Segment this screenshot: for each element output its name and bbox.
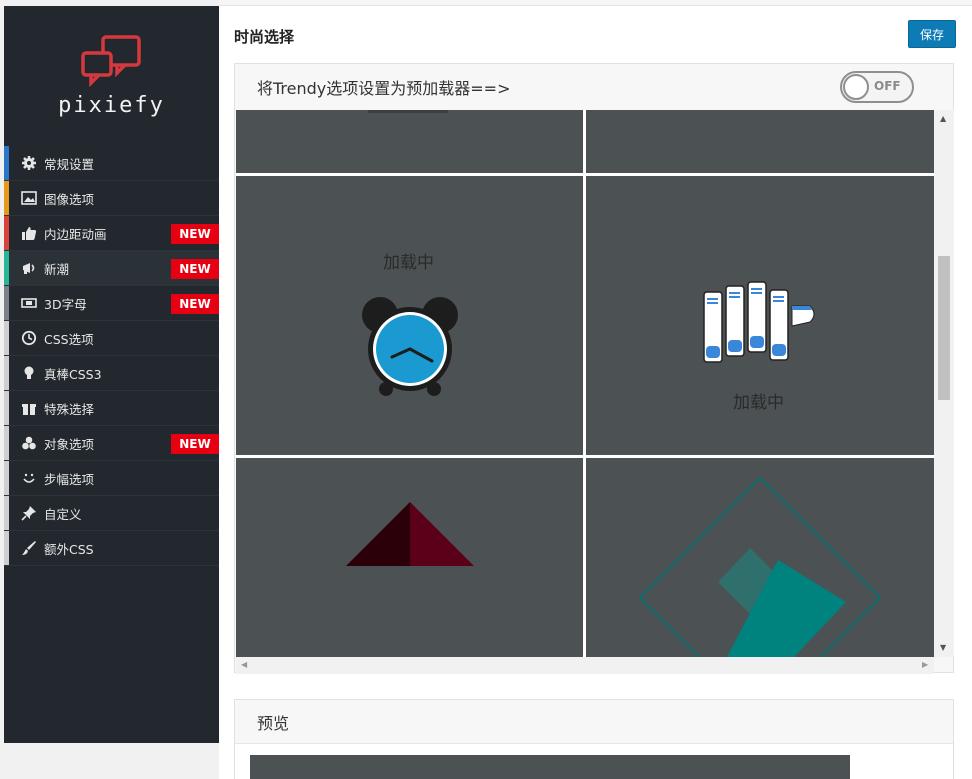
sidebar-item-accent bbox=[4, 321, 9, 355]
sidebar-item-accent bbox=[4, 496, 9, 530]
scroll-right-arrow-icon[interactable]: ▶ bbox=[922, 660, 928, 669]
film-icon bbox=[20, 294, 38, 312]
chat-bubbles-logo-icon bbox=[80, 34, 141, 87]
sidebar-item-accent bbox=[4, 286, 9, 320]
sidebar-item-accent bbox=[4, 146, 9, 180]
sidebar-item-awesome-css3[interactable]: 真棒CSS3 bbox=[4, 356, 219, 391]
sidebar-item-label: CSS选项 bbox=[44, 331, 94, 347]
page: pixiefy 常规设置 图像选项 内边距动画 NEW 新潮 NEW 3D字母 … bbox=[0, 0, 972, 779]
sidebar-item-stride-options[interactable]: 步幅选项 bbox=[4, 461, 219, 496]
loading-text: 加载中 bbox=[383, 253, 434, 273]
clock-loader[interactable]: 加载中 bbox=[236, 176, 583, 455]
clock-icon bbox=[20, 329, 38, 347]
loader-option[interactable] bbox=[586, 110, 934, 173]
sidebar-item-special[interactable]: 特殊选择 bbox=[4, 391, 219, 426]
loading-text: 加载中 bbox=[733, 393, 784, 413]
preview-body bbox=[235, 744, 953, 779]
sidebar-item-label: 自定义 bbox=[44, 506, 82, 522]
horizontal-scrollbar[interactable]: ◀ ▶ bbox=[236, 657, 934, 674]
sidebar-item-label: 步幅选项 bbox=[44, 471, 95, 487]
sidebar-item-image[interactable]: 图像选项 bbox=[4, 181, 219, 216]
preloader-toggle[interactable]: OFF bbox=[840, 71, 914, 103]
sidebar-item-css-options[interactable]: CSS选项 bbox=[4, 321, 219, 356]
preview-canvas bbox=[250, 755, 850, 779]
triangle-loader[interactable] bbox=[236, 458, 583, 657]
sidebar-item-3d-letters[interactable]: 3D字母 NEW bbox=[4, 286, 219, 321]
sidebar-item-label: 图像选项 bbox=[44, 191, 95, 207]
diamond-loader[interactable] bbox=[586, 458, 934, 657]
loader-grid: 加载中 加载中 bbox=[236, 110, 934, 657]
sidebar-item-label: 真棒CSS3 bbox=[44, 366, 102, 382]
vertical-scrollbar[interactable]: ▲ ▼ bbox=[934, 110, 954, 657]
brand-name: pixiefy bbox=[58, 92, 165, 118]
sidebar-item-accent bbox=[4, 251, 9, 285]
sidebar-item-accent bbox=[4, 461, 9, 495]
megaphone-icon bbox=[20, 259, 38, 277]
preview-header: 预览 bbox=[235, 700, 953, 744]
gift-icon bbox=[20, 399, 38, 417]
sidebar-item-label: 额外CSS bbox=[44, 541, 94, 557]
scroll-down-arrow-icon[interactable]: ▼ bbox=[940, 643, 946, 652]
circles-icon bbox=[20, 434, 38, 452]
lightbulb-icon bbox=[20, 364, 38, 382]
servers-icon bbox=[703, 281, 815, 363]
preview-heading: 预览 bbox=[257, 713, 290, 733]
thumbs-up-icon bbox=[20, 224, 38, 242]
new-badge: NEW bbox=[171, 224, 219, 244]
new-badge: NEW bbox=[171, 294, 219, 314]
scrollbar-thumb[interactable] bbox=[938, 256, 950, 400]
scroll-left-arrow-icon[interactable]: ◀ bbox=[241, 660, 247, 669]
sidebar-item-accent bbox=[4, 426, 9, 460]
sidebar-item-label: 对象选项 bbox=[44, 436, 95, 452]
sidebar-item-trendy[interactable]: 新潮 NEW bbox=[4, 251, 219, 286]
page-title: 时尚选择 bbox=[234, 28, 295, 46]
loader-option[interactable] bbox=[236, 110, 583, 173]
panel-header: 将Trendy选项设置为预加载器==> OFF bbox=[235, 64, 953, 110]
sidebar-item-label: 特殊选择 bbox=[44, 401, 95, 417]
new-badge: NEW bbox=[171, 259, 219, 279]
main-content: 时尚选择 保存 将Trendy选项设置为预加载器==> OFF 加载中 加载中 … bbox=[219, 6, 972, 779]
sidebar-item-accent bbox=[4, 531, 9, 565]
sidebar-item-padding-animation[interactable]: 内边距动画 NEW bbox=[4, 216, 219, 251]
sidebar-item-accent bbox=[4, 181, 9, 215]
scroll-up-arrow-icon[interactable]: ▲ bbox=[940, 114, 946, 123]
brand-logo: pixiefy bbox=[4, 6, 219, 146]
sidebar-item-accent bbox=[4, 356, 9, 390]
sidebar-item-label: 常规设置 bbox=[44, 156, 95, 172]
sidebar-item-general[interactable]: 常规设置 bbox=[4, 146, 219, 181]
loader-gallery: 加载中 加载中 ▲ ▼ ◀ ▶ bbox=[236, 110, 954, 674]
loader-graphic bbox=[368, 110, 448, 113]
triangle-shape-icon bbox=[346, 502, 474, 566]
image-icon bbox=[20, 189, 38, 207]
toggle-label: OFF bbox=[874, 79, 901, 93]
sidebar-item-extra-css[interactable]: 额外CSS bbox=[4, 531, 219, 566]
preview-panel: 预览 bbox=[234, 699, 954, 779]
sidebar-item-accent bbox=[4, 216, 9, 250]
save-button[interactable]: 保存 bbox=[908, 20, 956, 48]
trendy-panel: 将Trendy选项设置为预加载器==> OFF 加载中 加载中 ▲ ▼ ◀ ▶ bbox=[234, 63, 954, 674]
sidebar-item-object-options[interactable]: 对象选项 NEW bbox=[4, 426, 219, 461]
servers-loader[interactable]: 加载中 bbox=[586, 176, 934, 455]
gear-icon bbox=[20, 154, 38, 172]
sidebar-item-accent bbox=[4, 391, 9, 425]
sidebar-item-custom[interactable]: 自定义 bbox=[4, 496, 219, 531]
alarm-clock-icon bbox=[362, 297, 458, 396]
sidebar-item-label: 新潮 bbox=[44, 261, 70, 277]
pin-icon bbox=[20, 504, 38, 522]
sidebar-item-label: 3D字母 bbox=[44, 296, 87, 312]
toggle-knob bbox=[843, 74, 869, 100]
sidebar: pixiefy 常规设置 图像选项 内边距动画 NEW 新潮 NEW 3D字母 … bbox=[4, 6, 219, 743]
new-badge: NEW bbox=[171, 434, 219, 454]
brush-icon bbox=[20, 539, 38, 557]
diamond-shape-icon bbox=[638, 476, 882, 657]
smile-icon bbox=[20, 469, 38, 487]
panel-heading: 将Trendy选项设置为预加载器==> bbox=[257, 79, 511, 98]
sidebar-item-label: 内边距动画 bbox=[44, 226, 107, 242]
sidebar-menu: 常规设置 图像选项 内边距动画 NEW 新潮 NEW 3D字母 NEW CSS选… bbox=[4, 146, 219, 566]
